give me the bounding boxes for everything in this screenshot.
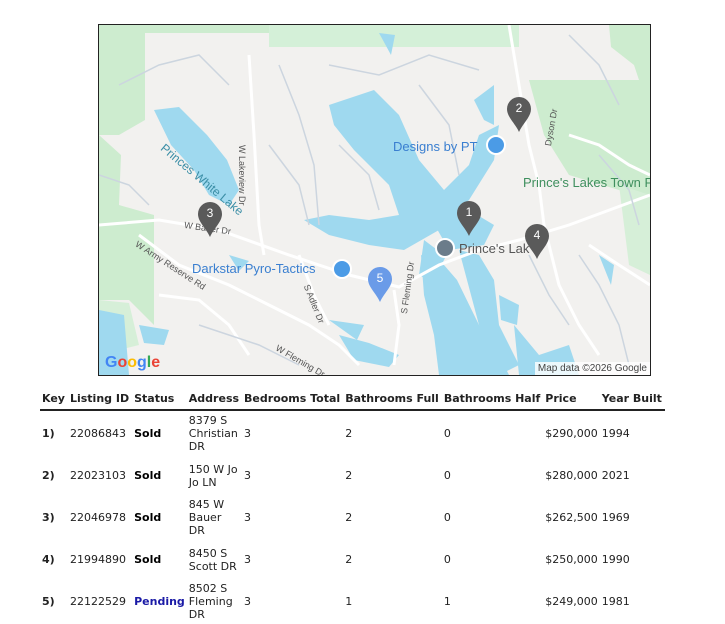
marker-label: 1 [465,205,473,219]
shopping-bag-icon[interactable] [486,135,506,155]
status: Sold [134,469,162,482]
listing-id: 22023103 [69,469,126,482]
shopping-bag-icon[interactable] [332,259,352,279]
baths-half: 0 [443,511,451,524]
baths-full: 2 [345,511,353,524]
place-label: Prince's Lak [459,241,530,256]
map-canvas [99,25,650,375]
row-key: 3) [42,511,55,524]
table-header-row: Key Listing ID Status Address Bedrooms T… [40,390,665,411]
park-label: Prince's Lakes Town Park [523,175,650,190]
year-built: 1994 [601,427,630,440]
bedrooms: 3 [244,511,252,524]
map-view[interactable]: Princes White Lake Designs by PT Darksta… [98,24,651,376]
listing-id: 22046978 [69,511,126,524]
baths-half: 0 [443,427,451,440]
year-built: 2021 [601,469,630,482]
baths-half: 0 [443,553,451,566]
column-header: Year Built [599,390,665,411]
map-attribution[interactable]: Map data ©2026 Google [534,362,650,375]
google-logo: Google [105,354,161,371]
price: $290,000 [545,427,598,440]
row-key: 1) [42,427,55,440]
baths-half: 0 [443,469,451,482]
column-header: Bedrooms Total [242,390,344,411]
baths-full: 1 [345,595,353,608]
column-header: Bathrooms Full [343,390,442,411]
table-row[interactable]: 1) 22086843 Sold 8379 S Christian DR 3 2… [40,410,665,456]
column-header: Listing ID [67,390,133,411]
lake [474,85,494,125]
address: 8450 S Scott DR [188,546,237,573]
poi-label[interactable]: Designs by PT [393,139,478,154]
address: 150 W Jo Jo LN [188,462,238,489]
column-header: Status [132,390,187,411]
baths-full: 2 [345,427,353,440]
address: 845 W Bauer DR [188,498,225,537]
address: 8379 S Christian DR [188,414,238,453]
marker-label: 5 [376,271,384,285]
row-key: 5) [42,595,55,608]
road-label: W Lakeview Dr [237,145,247,206]
row-key: 4) [42,553,55,566]
park-area [99,135,154,325]
column-header: Key [40,390,68,411]
marker-label: 4 [533,228,541,242]
listing-marker-1[interactable]: 1 [456,201,482,237]
table-row[interactable]: 3) 22046978 Sold 845 W Bauer DR 3 2 0 $2… [40,495,665,540]
row-key: 2) [42,469,55,482]
baths-full: 2 [345,553,353,566]
park-area [609,25,650,85]
status: Sold [134,427,162,440]
price: $250,000 [545,553,598,566]
listings-table: Key Listing ID Status Address Bedrooms T… [40,390,665,624]
status: Sold [134,553,162,566]
table-row[interactable]: 5) 22122529 Pending 8502 S Fleming DR 3 … [40,579,665,624]
baths-full: 2 [345,469,353,482]
lake [499,295,519,325]
place-pin-icon[interactable] [435,238,455,258]
price: $280,000 [545,469,598,482]
lake [339,335,399,367]
column-header: Price [543,390,600,411]
year-built: 1981 [601,595,630,608]
baths-half: 1 [443,595,451,608]
marker-label: 3 [206,206,214,220]
listing-id: 21994890 [69,553,126,566]
address: 8502 S Fleming DR [188,582,233,621]
column-header: Address [186,390,243,411]
bedrooms: 3 [244,553,252,566]
price: $262,500 [545,511,598,524]
status: Sold [134,511,162,524]
listing-marker-4[interactable]: 4 [524,224,550,260]
marker-label: 2 [515,101,523,115]
price: $249,000 [545,595,598,608]
status: Pending [134,595,185,608]
listing-id: 22122529 [69,595,126,608]
park-area [619,185,650,275]
bedrooms: 3 [244,469,252,482]
year-built: 1969 [601,511,630,524]
listing-marker-3[interactable]: 3 [197,202,223,238]
year-built: 1990 [601,553,630,566]
listing-marker-5[interactable]: 5 [367,267,393,303]
table-row[interactable]: 4) 21994890 Sold 8450 S Scott DR 3 2 0 $… [40,540,665,579]
bedrooms: 3 [244,427,252,440]
bedrooms: 3 [244,595,252,608]
lake [139,325,169,345]
table-row[interactable]: 2) 22023103 Sold 150 W Jo Jo LN 3 2 0 $2… [40,456,665,495]
listing-marker-2[interactable]: 2 [506,97,532,133]
poi-label[interactable]: Darkstar Pyro-Tactics [192,261,316,276]
listing-id: 22086843 [69,427,126,440]
column-header: Bathrooms Half [441,390,544,411]
